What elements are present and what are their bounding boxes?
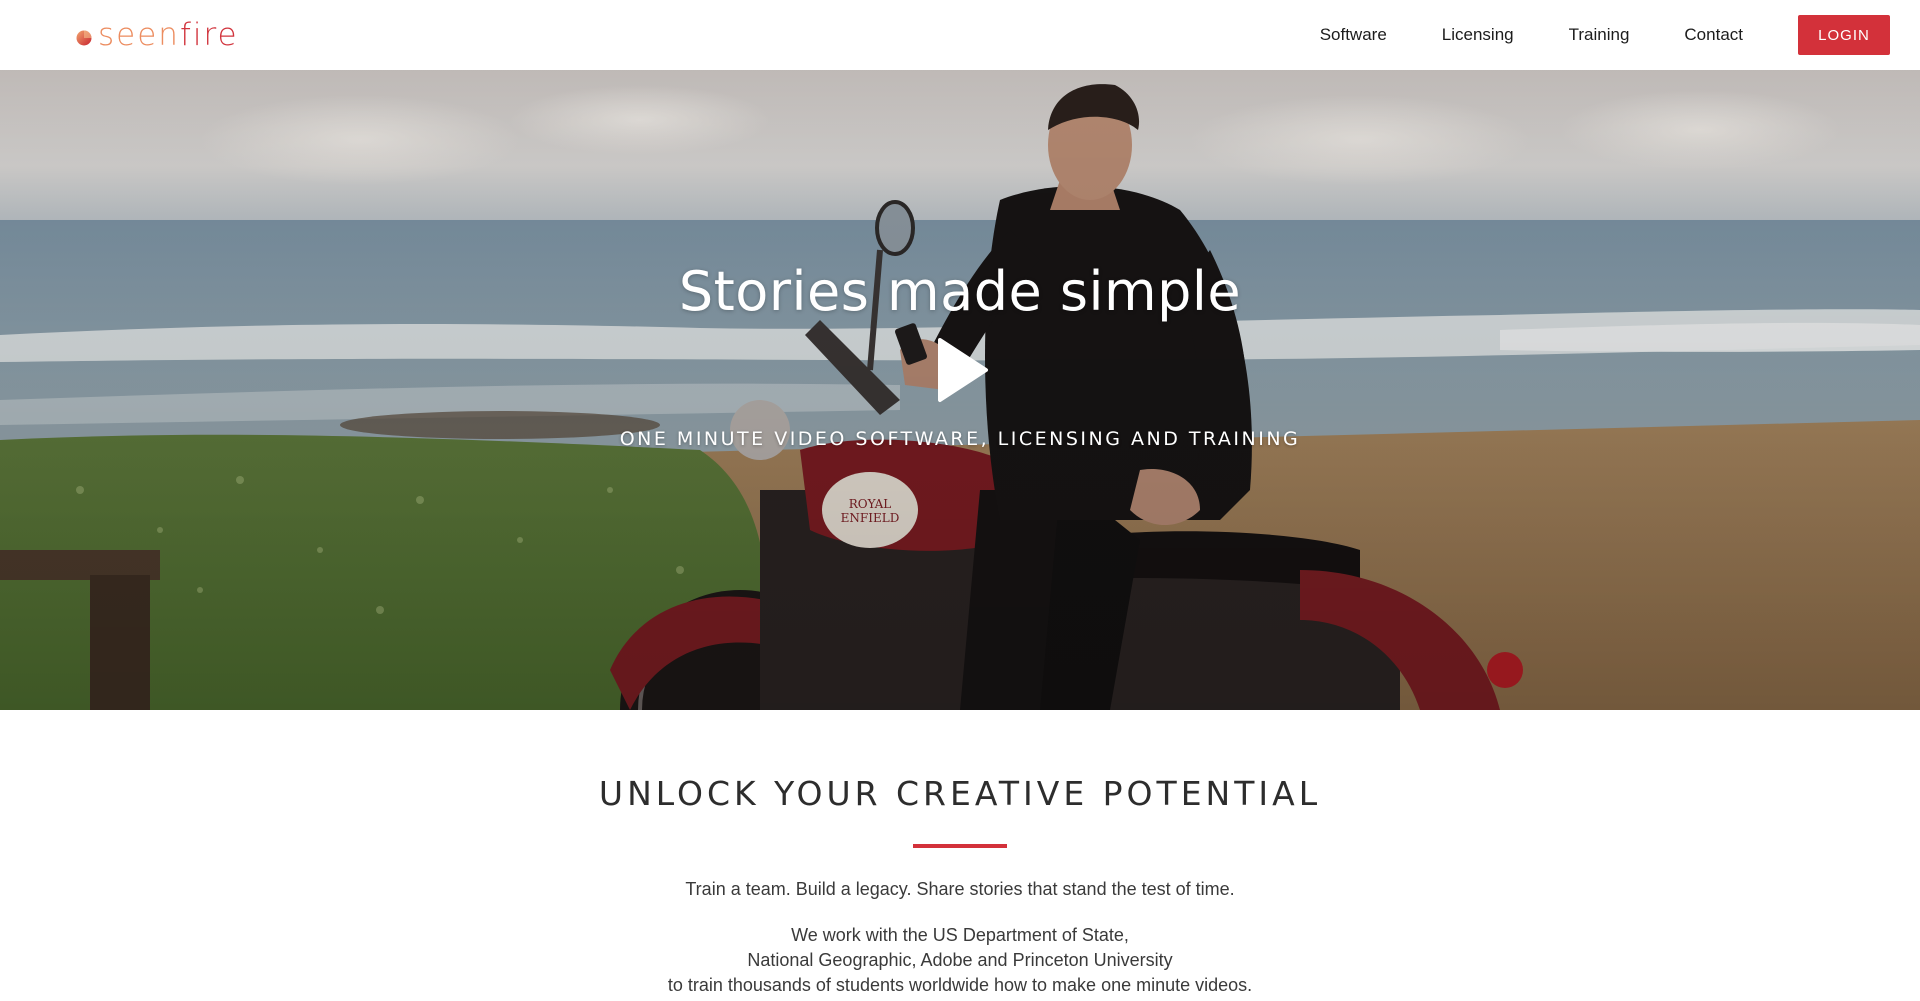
red-divider bbox=[913, 844, 1007, 848]
partners-line-1: We work with the US Department of State, bbox=[791, 925, 1129, 945]
section-heading: UNLOCK YOUR CREATIVE POTENTIAL bbox=[598, 774, 1322, 813]
seenfire-logo[interactable]: seenfire bbox=[76, 18, 239, 52]
site-header: seenfire Software Licensing Training Con… bbox=[0, 0, 1920, 70]
hero-subtitle: ONE MINUTE VIDEO SOFTWARE, LICENSING AND… bbox=[619, 428, 1301, 450]
nav-training[interactable]: Training bbox=[1569, 25, 1630, 45]
partners-paragraph: We work with the US Department of State,… bbox=[0, 923, 1920, 998]
logo-flame-icon bbox=[76, 30, 92, 46]
nav-licensing[interactable]: Licensing bbox=[1442, 25, 1514, 45]
main-nav: Software Licensing Training Contact LOGI… bbox=[1320, 0, 1920, 70]
play-icon[interactable] bbox=[936, 336, 990, 404]
logo-wordmark: seenfire bbox=[98, 17, 239, 53]
hero-video-section[interactable]: ROYAL ENFIELD bbox=[0, 70, 1920, 710]
login-button[interactable]: LOGIN bbox=[1798, 15, 1890, 55]
nav-software[interactable]: Software bbox=[1320, 25, 1387, 45]
hero-title: Stories made simple bbox=[678, 260, 1242, 323]
nav-contact[interactable]: Contact bbox=[1684, 25, 1743, 45]
hero-overlay: Stories made simple ONE MINUTE VIDEO SOF… bbox=[0, 70, 1920, 710]
partners-line-3: to train thousands of students worldwide… bbox=[667, 975, 1253, 995]
intro-paragraph: Train a team. Build a legacy. Share stor… bbox=[685, 879, 1235, 899]
partners-line-2: National Geographic, Adobe and Princeton… bbox=[747, 950, 1173, 970]
intro-section: UNLOCK YOUR CREATIVE POTENTIAL Train a t… bbox=[0, 710, 1920, 1001]
